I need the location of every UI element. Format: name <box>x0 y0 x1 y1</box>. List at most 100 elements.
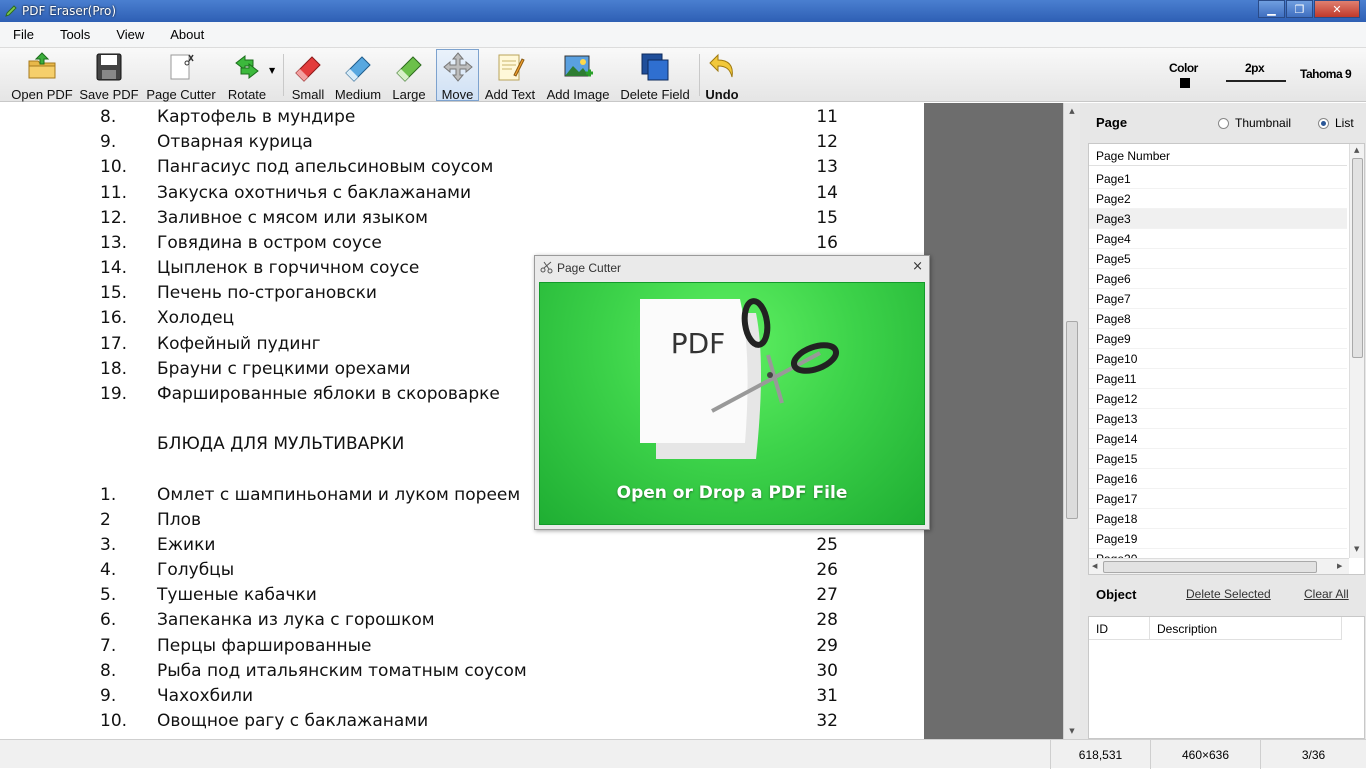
drop-zone[interactable]: PDF Open or Drop a PDF File <box>539 282 925 525</box>
page-cutter-button[interactable]: Page Cutter <box>146 50 216 102</box>
toc-number: 2 <box>100 509 111 530</box>
delete-selected-link[interactable]: Delete Selected <box>1186 587 1271 601</box>
stroke-width-line <box>1226 80 1286 82</box>
red-eraser-icon <box>292 51 324 83</box>
scroll-up-icon[interactable]: ▲ <box>1354 146 1359 154</box>
add-image-button[interactable]: Add Image <box>545 50 611 102</box>
list-radio[interactable]: List <box>1318 116 1354 130</box>
page-list-item[interactable]: Page9 <box>1089 329 1347 349</box>
minimize-button[interactable]: ▁ <box>1258 0 1285 18</box>
page-list-item[interactable]: Page3 <box>1089 209 1347 229</box>
page-list-item[interactable]: Page15 <box>1089 449 1347 469</box>
radio-dot-icon <box>1218 117 1229 129</box>
maximize-button[interactable]: ❐ <box>1286 0 1313 18</box>
clear-all-link[interactable]: Clear All <box>1304 587 1349 601</box>
title-bar: PDF Eraser(Pro) ▁ ❐ ✕ <box>0 0 1366 22</box>
pdf-scissors-icon: PDF <box>640 298 840 459</box>
id-column-header[interactable]: ID <box>1089 617 1150 640</box>
page-list-item[interactable]: Page16 <box>1089 469 1347 489</box>
scroll-up-icon[interactable]: ▲ <box>1064 103 1080 119</box>
page-list-item[interactable]: Page14 <box>1089 429 1347 449</box>
page-list-item[interactable]: Page17 <box>1089 489 1347 509</box>
app-pencil-icon <box>4 4 18 18</box>
drop-zone-text: Open or Drop a PDF File <box>616 483 848 503</box>
description-column-header[interactable]: Description <box>1150 617 1342 640</box>
toc-title: Рыба под итальянским томатным соусом <box>157 660 527 681</box>
toc-number: 19. <box>100 383 128 404</box>
page-list-item[interactable]: Page12 <box>1089 389 1347 409</box>
dialog-close-button[interactable]: × <box>912 259 923 274</box>
scroll-thumb[interactable] <box>1066 321 1078 519</box>
page-list-vscroll[interactable]: ▲ ▼ <box>1349 144 1364 558</box>
toc-title: Фаршированные яблоки в скороварке <box>157 383 500 404</box>
move-button[interactable]: Move <box>436 49 479 102</box>
pdf-label: PDF <box>671 327 726 360</box>
small-eraser-button[interactable]: Small <box>288 50 328 102</box>
menu-bar: File Tools View About <box>0 22 1366 48</box>
page-list-item[interactable]: Page5 <box>1089 249 1347 269</box>
menu-about[interactable]: About <box>157 27 217 42</box>
page-list-item[interactable]: Page18 <box>1089 509 1347 529</box>
toc-row: 5. Тушеные кабачки 27 <box>0 585 924 610</box>
color-label[interactable]: Color <box>1169 61 1198 75</box>
toc-number: 8. <box>100 107 117 127</box>
scroll-left-icon[interactable]: ◀ <box>1092 562 1097 570</box>
scroll-down-icon[interactable]: ▼ <box>1354 545 1359 553</box>
toolbar-separator <box>283 54 284 96</box>
page-scissors-icon <box>165 51 197 83</box>
page-list-item[interactable]: Page4 <box>1089 229 1347 249</box>
undo-button[interactable]: Undo <box>704 50 740 102</box>
folder-open-icon <box>26 51 58 83</box>
save-pdf-button[interactable]: Save PDF <box>79 50 139 102</box>
page-list-item[interactable]: Page7 <box>1089 289 1347 309</box>
page-list-item[interactable]: Page13 <box>1089 409 1347 429</box>
toc-number: 18. <box>100 358 128 379</box>
rotate-button[interactable]: Rotate <box>224 50 270 102</box>
page-indicator: 3/36 <box>1260 740 1366 769</box>
color-swatch[interactable] <box>1180 78 1190 88</box>
open-pdf-button[interactable]: Open PDF <box>10 50 74 102</box>
page-list-item[interactable]: Page8 <box>1089 309 1347 329</box>
toolbar-separator <box>699 54 700 96</box>
menu-tools[interactable]: Tools <box>47 27 103 42</box>
green-eraser-icon <box>393 51 425 83</box>
undo-arrow-icon <box>706 51 738 83</box>
toc-number: 14. <box>100 258 128 279</box>
stroke-width-label[interactable]: 2px <box>1245 61 1265 75</box>
object-panel-header: Object <box>1096 587 1137 602</box>
font-label[interactable]: Tahoma 9 <box>1300 67 1352 81</box>
toc-page: 12 <box>816 132 838 153</box>
toc-number: 7. <box>100 635 117 656</box>
menu-view[interactable]: View <box>103 27 157 42</box>
medium-eraser-button[interactable]: Medium <box>333 50 383 102</box>
rotate-dropdown-icon[interactable]: ▼ <box>269 66 275 75</box>
page-list-item[interactable]: Page19 <box>1089 529 1347 549</box>
toc-title: Пангасиус под апельсиновым соусом <box>157 157 494 178</box>
document-scrollbar[interactable]: ▲ ▼ <box>1063 103 1080 739</box>
toc-page: 30 <box>816 660 838 681</box>
scroll-down-icon[interactable]: ▼ <box>1064 723 1080 739</box>
large-eraser-button[interactable]: Large <box>389 50 429 102</box>
toc-row: 8. Рыба под итальянским томатным соусом 30 <box>0 661 924 686</box>
page-list-item[interactable]: Page11 <box>1089 369 1347 389</box>
scroll-thumb[interactable] <box>1103 561 1317 573</box>
delete-field-button[interactable]: Delete Field <box>619 50 691 102</box>
menu-file[interactable]: File <box>0 27 47 42</box>
page-list-item[interactable]: Page6 <box>1089 269 1347 289</box>
picture-add-icon <box>562 51 594 83</box>
add-text-button[interactable]: Add Text <box>482 50 538 102</box>
page-list-item[interactable]: Page2 <box>1089 189 1347 209</box>
thumbnail-radio[interactable]: Thumbnail <box>1218 116 1291 130</box>
cursor-coords: 618,531 <box>1050 740 1150 769</box>
page-number-column-header[interactable]: Page Number <box>1089 144 1347 166</box>
page-list-item[interactable]: Page10 <box>1089 349 1347 369</box>
scroll-right-icon[interactable]: ▶ <box>1337 562 1342 570</box>
scroll-thumb[interactable] <box>1352 158 1363 358</box>
page-list-hscroll[interactable]: ◀ ▶ <box>1089 558 1349 574</box>
toc-row: 7. Перцы фаршированные 29 <box>0 636 924 661</box>
toc-title: Заливное с мясом или языком <box>157 207 428 228</box>
close-button[interactable]: ✕ <box>1314 0 1360 18</box>
toc-row: 4. Голубцы 26 <box>0 560 924 585</box>
page-list-item[interactable]: Page1 <box>1089 169 1347 189</box>
toc-title: Голубцы <box>157 560 235 581</box>
